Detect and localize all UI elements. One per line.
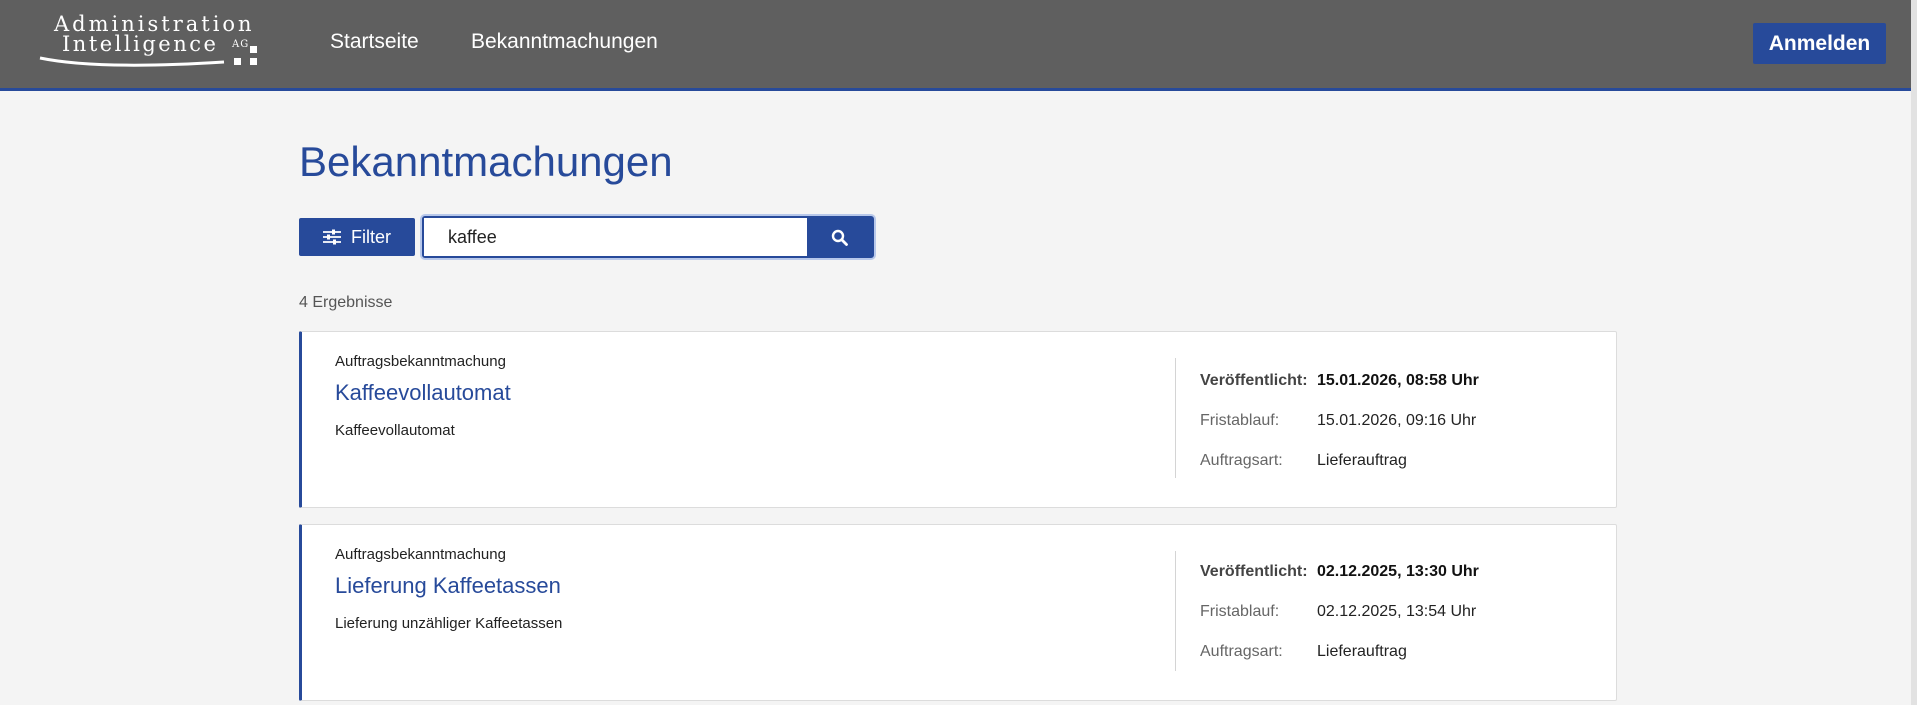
kind-label: Auftragsart: bbox=[1200, 452, 1283, 469]
result-title-link[interactable]: Kaffeevollautomat bbox=[335, 380, 511, 406]
result-count: 4 Ergebnisse bbox=[299, 294, 393, 311]
result-description: Kaffeevollautomat bbox=[335, 422, 455, 439]
card-divider bbox=[1175, 551, 1176, 671]
result-card: Auftragsbekanntmachung Lieferung Kaffeet… bbox=[299, 524, 1617, 701]
logo-text-line2: Intelligence bbox=[62, 32, 219, 56]
deadline-value: 15.01.2026, 09:16 Uhr bbox=[1317, 412, 1477, 429]
deadline-label: Fristablauf: bbox=[1200, 603, 1280, 620]
nav-bekanntmachungen[interactable]: Bekanntmachungen bbox=[471, 30, 658, 54]
filter-button-label: Filter bbox=[351, 226, 391, 247]
published-label: Veröffentlicht: bbox=[1200, 372, 1308, 389]
company-logo[interactable]: Administration Intelligence AG bbox=[38, 12, 268, 74]
published-value: 02.12.2025, 13:30 Uhr bbox=[1317, 563, 1479, 580]
kind-value: Lieferauftrag bbox=[1317, 643, 1407, 660]
login-button[interactable]: Anmelden bbox=[1753, 23, 1886, 64]
published-value: 15.01.2026, 08:58 Uhr bbox=[1317, 372, 1479, 389]
search-icon bbox=[831, 229, 848, 246]
sliders-icon bbox=[323, 229, 341, 245]
page-title: Bekanntmachungen bbox=[299, 138, 673, 185]
filter-button[interactable]: Filter bbox=[299, 218, 415, 256]
card-divider bbox=[1175, 358, 1176, 478]
result-type: Auftragsbekanntmachung bbox=[335, 353, 506, 370]
top-navigation-bar: Administration Intelligence AG Startseit… bbox=[0, 0, 1917, 91]
search-input[interactable] bbox=[424, 218, 807, 256]
kind-value: Lieferauftrag bbox=[1317, 452, 1407, 469]
result-type: Auftragsbekanntmachung bbox=[335, 546, 506, 563]
deadline-value: 02.12.2025, 13:54 Uhr bbox=[1317, 603, 1477, 620]
result-card: Auftragsbekanntmachung Kaffeevollautomat… bbox=[299, 331, 1617, 508]
nav-startseite[interactable]: Startseite bbox=[330, 30, 419, 54]
result-title-link[interactable]: Lieferung Kaffeetassen bbox=[335, 573, 561, 599]
search-box bbox=[422, 216, 874, 258]
published-label: Veröffentlicht: bbox=[1200, 563, 1308, 580]
result-description: Lieferung unzähliger Kaffeetassen bbox=[335, 615, 563, 632]
search-button[interactable] bbox=[807, 218, 872, 256]
logo-text-suffix: AG bbox=[232, 39, 250, 50]
scrollbar[interactable] bbox=[1911, 0, 1917, 705]
deadline-label: Fristablauf: bbox=[1200, 412, 1280, 429]
kind-label: Auftragsart: bbox=[1200, 643, 1283, 660]
